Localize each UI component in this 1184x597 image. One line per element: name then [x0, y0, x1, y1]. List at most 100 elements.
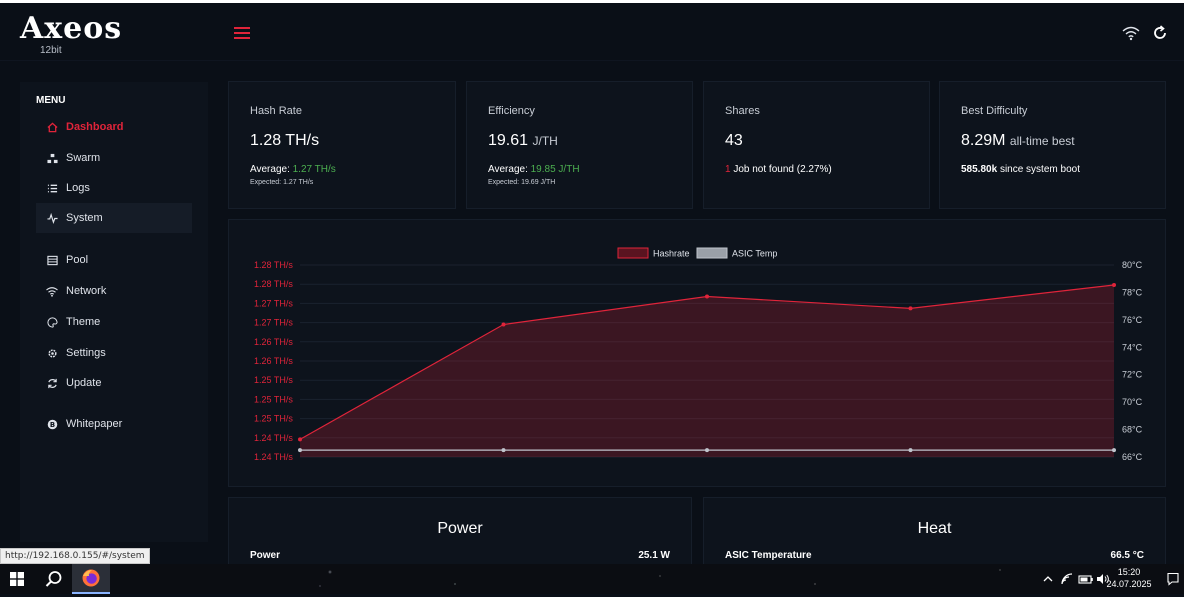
- hashrate-point: [705, 294, 709, 299]
- efficiency-expected: Expected: 19.69 J/TH: [488, 179, 556, 186]
- asic-temp-point: [501, 448, 506, 453]
- notification-icon[interactable]: [1166, 572, 1180, 586]
- sidebar-item-label: Swarm: [66, 152, 101, 164]
- asic-temp-label: ASIC Temperature: [725, 550, 812, 561]
- asic-temp-point: [908, 448, 913, 453]
- y-right-tick-label: 72°C: [1122, 370, 1143, 380]
- y-left-tick-label: 1.25 TH/s: [254, 375, 293, 385]
- y-right-tick-label: 76°C: [1122, 315, 1143, 325]
- windows-taskbar: 15:20 24.07.2025: [0, 564, 1184, 594]
- efficiency-average: Average: 19.85 J/TH: [488, 164, 580, 175]
- shares-card: Shares 43 1 Job not found (2.27%): [703, 81, 930, 209]
- y-right-tick-label: 74°C: [1122, 342, 1143, 352]
- bitcoin-icon: B: [46, 418, 58, 430]
- sidebar-item-pool[interactable]: Pool: [36, 245, 192, 275]
- power-label: Power: [250, 550, 281, 561]
- sidebar-item-label: Logs: [66, 182, 90, 194]
- efficiency-value: 19.61 J/TH: [488, 132, 558, 149]
- sidebar-item-dashboard[interactable]: Dashboard: [36, 112, 192, 142]
- y-left-tick-label: 1.28 TH/s: [254, 279, 293, 289]
- y-right-tick-label: 66°C: [1122, 452, 1143, 462]
- heat-title: Heat: [917, 520, 952, 537]
- hashrate-temp-chart: Hashrate ASIC Temp 1.28 TH/s 1.28 TH/s 1.27 …: [254, 247, 1143, 462]
- sidebar-item-settings[interactable]: Settings: [36, 338, 192, 368]
- best-difficulty-card: Best Difficulty 8.29M all-time best 585.…: [939, 81, 1166, 209]
- gear-icon: [46, 347, 58, 359]
- sidebar-item-label: Pool: [66, 254, 89, 266]
- sidebar-item-logs[interactable]: Logs: [36, 173, 192, 203]
- power-card: Power Power 25.1 W: [228, 497, 692, 567]
- taskbar-clock[interactable]: 15:20 24.07.2025: [1104, 566, 1154, 590]
- sidebar-item-label: Settings: [66, 347, 106, 359]
- windows-start-icon[interactable]: [10, 572, 24, 586]
- y-right-tick-label: 80°C: [1122, 260, 1143, 270]
- top-bar: Axeos 12bit: [0, 3, 1184, 61]
- sidebar-item-label: Update: [66, 377, 102, 389]
- logo-subtitle: 12bit: [40, 45, 62, 56]
- refresh-icon[interactable]: [1152, 25, 1168, 41]
- hashrate-expected: Expected: 1.27 TH/s: [250, 179, 314, 186]
- sidebar: MENU Dashboard Swarm Logs System Pool Ne…: [20, 82, 208, 542]
- y-left-tick-label: 1.24 TH/s: [254, 433, 293, 443]
- search-icon[interactable]: [45, 570, 63, 588]
- network-tray-icon[interactable]: [1060, 572, 1074, 586]
- rejected-shares: 1 Job not found (2.27%): [725, 164, 832, 175]
- power-value: 25.1 W: [638, 550, 670, 561]
- firefox-icon: [82, 569, 100, 587]
- refresh-icon: [46, 377, 58, 389]
- list-icon: [46, 182, 58, 194]
- sidebar-item-label: System: [66, 212, 103, 224]
- y-left-tick-label: 1.28 TH/s: [254, 260, 293, 270]
- hashrate-point: [1112, 282, 1116, 287]
- sidebar-item-swarm[interactable]: Swarm: [36, 143, 192, 173]
- hamburger-menu-icon[interactable]: [234, 27, 250, 39]
- hashrate-point: [501, 322, 506, 327]
- y-left-tick-label: 1.27 TH/s: [254, 298, 293, 308]
- y-left-tick-label: 1.24 TH/s: [254, 452, 293, 462]
- efficiency-card: Efficiency 19.61 J/TH Average: 19.85 J/T…: [466, 81, 693, 209]
- logo[interactable]: Axeos: [20, 11, 122, 46]
- palette-icon: [46, 316, 58, 328]
- card-title: Efficiency: [488, 105, 535, 117]
- sidebar-item-theme[interactable]: Theme: [36, 307, 192, 337]
- sidebar-item-system[interactable]: System: [36, 203, 192, 233]
- hashrate-average: Average: 1.27 TH/s: [250, 164, 336, 175]
- battery-tray-icon[interactable]: [1078, 572, 1094, 586]
- power-title: Power: [437, 520, 483, 537]
- sidebar-item-label: Whitepaper: [66, 418, 123, 430]
- sidebar-item-label: Network: [66, 285, 107, 297]
- y-left-tick-label: 1.25 TH/s: [254, 414, 293, 424]
- chevron-up-icon[interactable]: [1042, 572, 1054, 586]
- legend-label-asic-temp: ASIC Temp: [732, 249, 777, 259]
- svg-text:B: B: [49, 420, 54, 428]
- swarm-icon: [46, 152, 58, 164]
- hashrate-card: Hash Rate 1.28 TH/s Average: 1.27 TH/s E…: [228, 81, 456, 209]
- sidebar-item-label: Dashboard: [66, 121, 124, 133]
- asic-temp-point: [298, 448, 302, 453]
- asic-temp-point: [1112, 448, 1116, 453]
- firefox-taskbar-button[interactable]: [72, 564, 110, 594]
- sidebar-item-network[interactable]: Network: [36, 276, 192, 306]
- sidebar-item-label: Theme: [66, 316, 101, 328]
- y-right-tick-label: 68°C: [1122, 425, 1143, 435]
- hashrate-chart-card: Hashrate ASIC Temp 1.28 TH/s 1.28 TH/s 1.27 …: [228, 219, 1166, 487]
- shares-value: 43: [725, 132, 743, 149]
- y-left-tick-label: 1.26 TH/s: [254, 356, 293, 366]
- hashrate-point: [908, 306, 913, 311]
- legend-swatch-asic-temp: [696, 247, 728, 259]
- legend-label-hashrate: Hashrate: [653, 249, 690, 259]
- hashrate-value: 1.28 TH/s: [250, 132, 320, 149]
- difficulty-since-boot: 585.80k since system boot: [961, 164, 1080, 175]
- heat-card: Heat ASIC Temperature 66.5 °C: [703, 497, 1166, 567]
- asic-temp-value: 66.5 °C: [1110, 550, 1144, 561]
- sidebar-item-whitepaper[interactable]: B Whitepaper: [36, 409, 192, 439]
- sidebar-item-update[interactable]: Update: [36, 368, 192, 398]
- y-left-tick-label: 1.26 TH/s: [254, 337, 293, 347]
- menu-title: MENU: [36, 95, 66, 106]
- wifi-icon[interactable]: [1122, 25, 1140, 41]
- server-icon: [46, 254, 58, 266]
- y-right-tick-label: 70°C: [1122, 397, 1143, 407]
- best-difficulty-value: 8.29M all-time best: [961, 132, 1075, 149]
- asic-temp-point: [705, 448, 709, 453]
- y-right-tick-label: 78°C: [1122, 287, 1143, 297]
